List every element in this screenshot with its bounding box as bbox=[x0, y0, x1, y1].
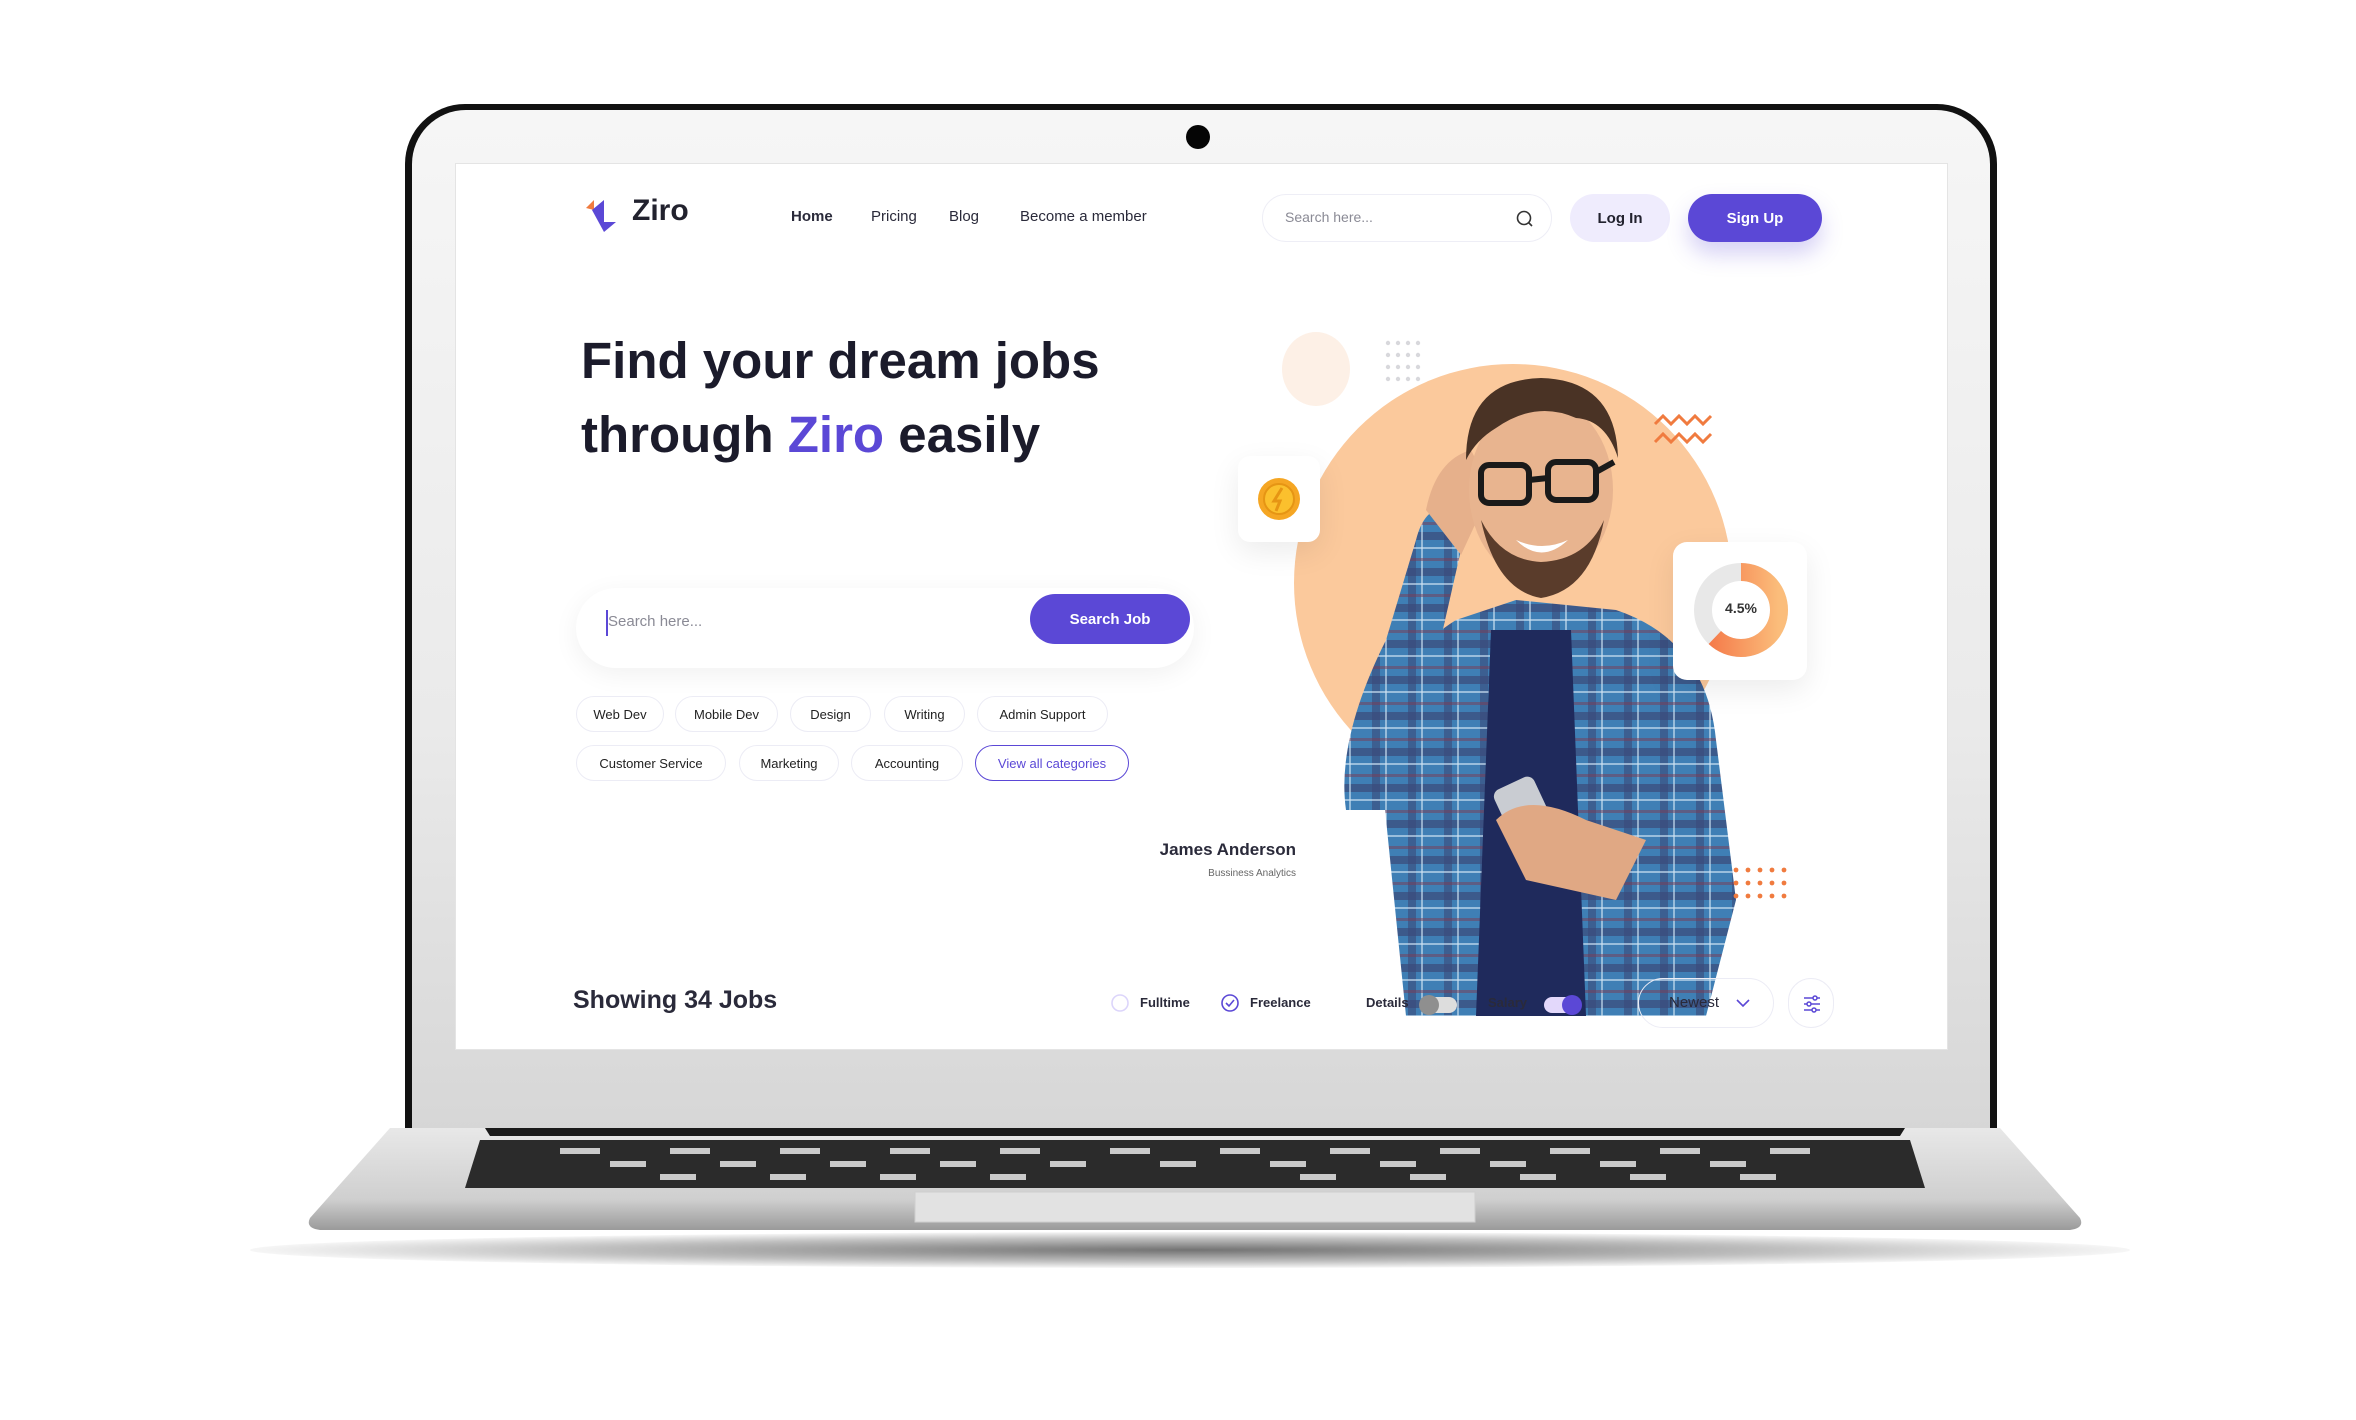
view-all-categories-link[interactable]: View all categories bbox=[975, 745, 1129, 781]
decor-zigzag bbox=[1653, 413, 1713, 445]
checked-circle-icon[interactable] bbox=[1220, 993, 1240, 1013]
toggle-knob bbox=[1419, 995, 1439, 1015]
unchecked-circle-icon[interactable] bbox=[1110, 993, 1130, 1013]
stat-card: 4.5% bbox=[1673, 542, 1807, 680]
trackpad bbox=[914, 1191, 1476, 1223]
toggle-details-label: Details bbox=[1366, 995, 1409, 1010]
decor-dots-orange bbox=[1733, 867, 1787, 899]
category-admin-support[interactable]: Admin Support bbox=[977, 696, 1108, 732]
screen: Ziro Home Pricing Blog Become a member S… bbox=[455, 163, 1948, 1050]
brand-name[interactable]: Ziro bbox=[632, 194, 689, 228]
nav-blog[interactable]: Blog bbox=[949, 208, 979, 225]
filter-fulltime-label: Fulltime bbox=[1140, 995, 1190, 1010]
hero-title-through: through bbox=[581, 406, 788, 463]
filter-fulltime[interactable]: Fulltime bbox=[1110, 993, 1190, 1018]
job-search-bar: Search here... Search Job bbox=[576, 588, 1194, 668]
laptop-shadow bbox=[250, 1232, 2130, 1268]
sliders-icon[interactable] bbox=[1802, 994, 1822, 1014]
stat-value: 4.5% bbox=[1725, 600, 1757, 616]
header-search-placeholder: Search here... bbox=[1285, 209, 1373, 225]
job-search-input[interactable]: Search here... bbox=[608, 613, 702, 630]
category-accounting[interactable]: Accounting bbox=[851, 745, 963, 781]
webcam-icon bbox=[1186, 125, 1210, 149]
laptop-base bbox=[308, 1128, 2082, 1230]
toggle-salary-label: Salary bbox=[1488, 995, 1528, 1010]
signup-button[interactable]: Sign Up bbox=[1688, 194, 1822, 242]
nav-pricing[interactable]: Pricing bbox=[871, 208, 917, 225]
chevron-down-icon bbox=[1736, 999, 1750, 1008]
hero-title-line1: Find your dream jobs bbox=[581, 332, 1100, 389]
nav-become-member[interactable]: Become a member bbox=[1020, 208, 1147, 225]
sort-selected: Newest bbox=[1669, 994, 1720, 1011]
search-icon[interactable] bbox=[1515, 209, 1535, 229]
hero-title-easily: easily bbox=[884, 406, 1041, 463]
toggle-knob bbox=[1562, 995, 1582, 1015]
category-writing[interactable]: Writing bbox=[884, 696, 965, 732]
category-web-dev[interactable]: Web Dev bbox=[576, 696, 664, 732]
results-summary: Showing 34 Jobs bbox=[573, 986, 778, 1014]
filter-settings-button[interactable] bbox=[1788, 978, 1834, 1028]
login-button[interactable]: Log In bbox=[1570, 194, 1670, 242]
hero-title-brand: Ziro bbox=[787, 406, 885, 463]
toggle-details[interactable] bbox=[1419, 995, 1457, 1015]
category-customer-service[interactable]: Customer Service bbox=[576, 745, 726, 781]
coin-icon bbox=[1258, 478, 1300, 520]
category-marketing[interactable]: Marketing bbox=[739, 745, 839, 781]
coin-card bbox=[1238, 456, 1320, 542]
category-mobile-dev[interactable]: Mobile Dev bbox=[675, 696, 778, 732]
hero-title-line2: through Ziro easily bbox=[581, 398, 1100, 472]
search-job-button[interactable]: Search Job bbox=[1030, 594, 1190, 644]
toggle-salary[interactable] bbox=[1544, 995, 1582, 1015]
profile-name: James Anderson bbox=[1159, 840, 1296, 859]
filter-freelance[interactable]: Freelance bbox=[1220, 993, 1311, 1018]
header-search[interactable]: Search here... bbox=[1262, 194, 1552, 242]
profile-role: Bussiness Analytics bbox=[1208, 868, 1296, 879]
filter-freelance-label: Freelance bbox=[1250, 995, 1311, 1010]
hero-title: Find your dream jobs through Ziro easily bbox=[581, 324, 1100, 472]
sort-dropdown[interactable]: Newest bbox=[1638, 978, 1774, 1028]
ziro-logo-icon bbox=[582, 196, 627, 236]
category-design[interactable]: Design bbox=[790, 696, 871, 732]
nav-home[interactable]: Home bbox=[791, 208, 833, 225]
